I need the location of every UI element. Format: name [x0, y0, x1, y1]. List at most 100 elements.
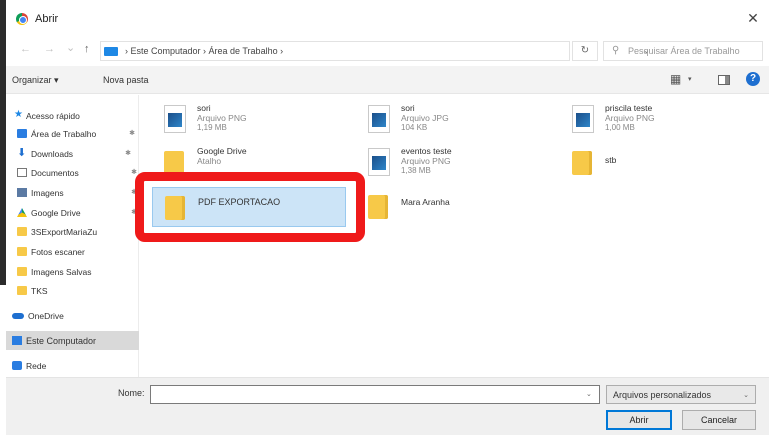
organize-menu[interactable]: Organizar ▾ — [12, 75, 59, 86]
file-item[interactable]: Mara Aranha — [368, 187, 568, 229]
search-input[interactable]: Pesquisar Área de Trabalho — [628, 46, 740, 56]
file-name: eventos teste — [401, 146, 452, 156]
file-name: Google Drive — [197, 146, 247, 156]
folder-icon — [17, 247, 27, 256]
recent-locations-icon[interactable]: ⌄ — [66, 41, 75, 54]
file-type: Atalho — [197, 156, 222, 166]
cancel-button[interactable]: Cancelar — [682, 410, 756, 430]
star-icon: ★ — [14, 109, 23, 120]
folder-icon — [17, 286, 27, 295]
toolbar: Organizar ▾ Nova pasta ▦ ▾ ? — [6, 66, 769, 94]
file-item[interactable]: priscila teste Arquivo PNG 1,00 MB — [572, 100, 769, 142]
file-name-input[interactable] — [150, 385, 600, 404]
view-dropdown-icon[interactable]: ▾ — [688, 75, 692, 83]
sidebar-item-label: TKS — [31, 286, 48, 296]
folder-icon — [165, 196, 185, 220]
pin-icon: ✱ — [131, 209, 137, 216]
sidebar-item-3sexport[interactable]: 3SExportMariaZu — [6, 224, 139, 241]
file-name: stb — [605, 155, 617, 165]
image-file-icon — [368, 148, 390, 176]
file-name-dropdown-icon[interactable]: ⌄ — [586, 390, 592, 398]
file-name: Mara Aranha — [401, 197, 450, 207]
pin-icon: ✱ — [129, 130, 135, 137]
sidebar-item-label: Downloads — [31, 149, 74, 159]
computer-icon — [104, 47, 118, 56]
file-type: Arquivo PNG — [605, 113, 655, 123]
sidebar-item-onedrive[interactable]: OneDrive — [6, 308, 139, 325]
file-item[interactable]: sori Arquivo PNG 1,19 MB — [164, 100, 364, 142]
sidebar-item-this-pc[interactable]: Este Computador — [6, 331, 139, 350]
sidebar-item-label: Rede — [26, 361, 47, 371]
back-icon[interactable]: ← — [20, 43, 31, 55]
forward-icon[interactable]: → — [44, 43, 55, 55]
file-item[interactable]: Google Drive Atalho — [164, 143, 364, 185]
search-box[interactable]: ⚲ Pesquisar Área de Trabalho — [603, 41, 763, 61]
sidebar-item-label: OneDrive — [28, 311, 64, 321]
pin-icon: ✱ — [131, 189, 137, 196]
onedrive-icon — [12, 313, 24, 319]
preview-pane-icon[interactable] — [718, 75, 730, 85]
file-size: 104 KB — [401, 123, 428, 132]
file-name: priscila teste — [605, 103, 653, 113]
pin-icon: ✱ — [131, 169, 137, 176]
new-folder-button[interactable]: Nova pasta — [103, 75, 149, 85]
address-bar[interactable]: › Este Computador › Área de Trabalho › ⌄ — [100, 41, 650, 61]
file-size: 1,19 MB — [197, 123, 227, 132]
sidebar-item-documents[interactable]: Documentos ✱ — [6, 165, 139, 182]
file-name-panel: Nome: ⌄ Arquivos personalizados ⌄ Abrir … — [6, 377, 769, 435]
sidebar-item-pictures[interactable]: Imagens ✱ — [6, 185, 139, 202]
sidebar-item-tks[interactable]: TKS — [6, 283, 139, 300]
sidebar-item-label: Fotos escaner — [31, 247, 85, 257]
file-item[interactable]: sori Arquivo JPG 104 KB — [368, 100, 568, 142]
sidebar-item-quick-access[interactable]: ★ Acesso rápido — [6, 108, 139, 125]
folder-icon — [368, 195, 388, 219]
up-icon[interactable]: ↑ — [84, 43, 90, 55]
file-type: Arquivo JPG — [401, 113, 449, 123]
address-path[interactable]: › Este Computador › Área de Trabalho › — [125, 46, 283, 56]
sidebar-item-desktop[interactable]: Área de Trabalho ✱ — [6, 126, 139, 143]
sidebar-item-label: Google Drive — [31, 208, 81, 218]
file-type: Arquivo PNG — [197, 113, 247, 123]
refresh-button[interactable]: ↻ — [572, 41, 598, 61]
sidebar-item-label: Imagens — [31, 188, 64, 198]
network-icon — [12, 361, 22, 370]
google-drive-icon — [17, 208, 27, 217]
sidebar-item-network[interactable]: Rede — [6, 358, 139, 375]
sidebar-item-label: Acesso rápido — [26, 111, 80, 121]
computer-icon — [12, 336, 22, 345]
image-file-icon — [164, 105, 186, 133]
sidebar-item-label: Área de Trabalho — [31, 129, 97, 139]
download-icon: ⬇ — [17, 147, 27, 159]
sidebar-item-label: Imagens Salvas — [31, 267, 92, 277]
navigation-bar: ← → ⌄ ↑ › Este Computador › Área de Trab… — [6, 38, 769, 64]
file-size: 1,00 MB — [605, 123, 635, 132]
chrome-icon — [16, 13, 28, 25]
search-icon: ⚲ — [612, 45, 620, 56]
help-icon[interactable]: ? — [746, 72, 760, 86]
pin-icon: ✱ — [125, 150, 131, 157]
file-type-select[interactable]: Arquivos personalizados ⌄ — [606, 385, 756, 404]
pictures-icon — [17, 188, 27, 197]
image-file-icon — [368, 105, 390, 133]
file-name: sori — [197, 103, 211, 113]
sidebar-item-label: Documentos — [31, 168, 79, 178]
close-button[interactable]: ✕ — [745, 10, 761, 27]
file-name-label: Nome: — [118, 388, 145, 398]
file-item[interactable]: eventos teste Arquivo PNG 1,38 MB — [368, 143, 568, 185]
file-name: PDF EXPORTACAO — [198, 197, 281, 207]
sidebar-item-label: 3SExportMariaZu — [31, 227, 98, 237]
window-title: Abrir — [35, 13, 59, 25]
sidebar-item-downloads[interactable]: ⬇ Downloads ✱ — [6, 146, 139, 163]
sidebar-item-google-drive[interactable]: Google Drive ✱ — [6, 205, 139, 222]
file-item[interactable]: stb — [572, 143, 769, 185]
sidebar-item-label: Este Computador — [26, 336, 97, 346]
navigation-pane: ★ Acesso rápido Área de Trabalho ✱ ⬇ Dow… — [6, 95, 139, 377]
view-options-icon[interactable]: ▦ — [670, 72, 681, 86]
open-button[interactable]: Abrir — [606, 410, 672, 430]
folder-icon — [17, 267, 27, 276]
sidebar-item-fotos-escaner[interactable]: Fotos escaner — [6, 244, 139, 261]
file-item-selected[interactable]: PDF EXPORTACAO — [152, 187, 346, 227]
chevron-down-icon: ⌄ — [743, 392, 749, 399]
sidebar-item-imagens-salvas[interactable]: Imagens Salvas — [6, 264, 139, 281]
image-file-icon — [572, 105, 594, 133]
